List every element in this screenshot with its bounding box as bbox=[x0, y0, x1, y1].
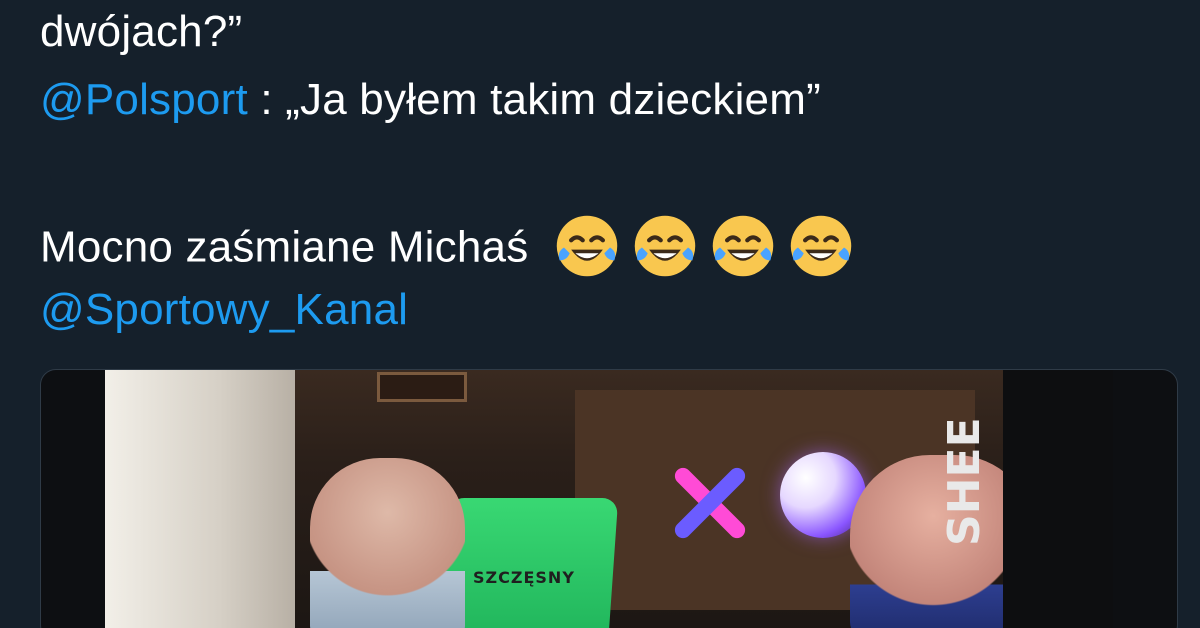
tweet-line-3: Mocno zaśmiane Michaś bbox=[40, 214, 857, 286]
studio-wall bbox=[105, 370, 295, 628]
emoji-row bbox=[551, 210, 857, 282]
tweet-line-1: dwójach?” bbox=[40, 7, 243, 56]
face-with-tears-of-joy-icon bbox=[785, 210, 857, 282]
x-logo-icon bbox=[674, 467, 746, 539]
brand-strip: SHEE bbox=[939, 370, 1113, 628]
face-with-tears-of-joy-icon bbox=[551, 210, 623, 282]
mention-sportowy-kanal-link[interactable]: @Sportowy_Kanal bbox=[40, 285, 408, 334]
jersey-name-text: SZCZĘSNY bbox=[473, 568, 575, 587]
mention-polsport-link[interactable]: @Polsport bbox=[40, 75, 248, 124]
presenter-left bbox=[310, 458, 465, 628]
tweet-line-4: @Sportowy_Kanal bbox=[40, 284, 408, 336]
tweet-line-2: @Polsport : „Ja byłem takim dzieckiem” bbox=[40, 74, 821, 126]
tweet-line-2-text: : „Ja byłem takim dzieckiem” bbox=[247, 75, 821, 124]
face-with-tears-of-joy-icon bbox=[629, 210, 701, 282]
media-card[interactable]: SZCZĘSNY SHEE bbox=[40, 369, 1178, 628]
face-with-tears-of-joy-icon bbox=[707, 210, 779, 282]
brand-text: SHEE bbox=[939, 417, 1113, 546]
picture-frame bbox=[377, 372, 467, 402]
video-frame[interactable]: SZCZĘSNY SHEE bbox=[105, 370, 1113, 628]
tweet-line-3-text: Mocno zaśmiane Michaś bbox=[40, 222, 529, 272]
